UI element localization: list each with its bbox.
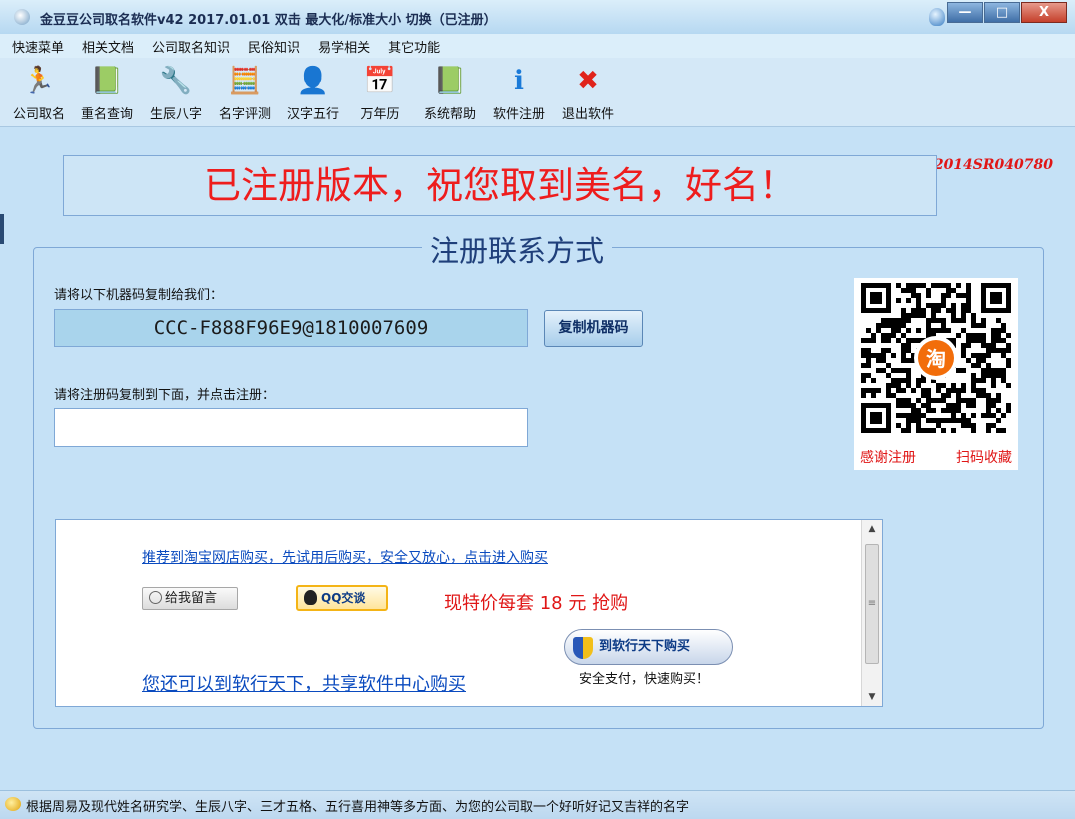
toolbar-label: 万年历 [360,107,400,122]
maximize-button[interactable]: □ [984,2,1020,23]
message-icon [149,591,162,604]
window-controls: — □ X [946,2,1067,23]
toolbar-help[interactable]: 📗 系统帮助 [419,62,481,122]
secure-payment-text: 安全支付，快速购买！ [579,672,710,687]
reg-code-input[interactable] [54,408,528,447]
buy-button-label: 到软行天下购买 [599,639,691,654]
shield-icon [573,637,593,659]
toolbar-label: 系统帮助 [423,107,476,122]
qr-code-box: 淘 感谢注册 扫码收藏 [854,278,1018,470]
leave-message-button[interactable]: 给我留言 [142,587,238,610]
toolbar-label: 汉字五行 [286,107,339,122]
tools-icon: 🔧 [159,66,193,96]
toolbar-duplicate-query[interactable]: 📗 重名查询 [76,62,138,122]
toolbar-label: 名字评测 [218,107,271,122]
toolbar-label: 生辰八字 [149,107,202,122]
status-text: 根据周易及现代姓名研究学、生辰八字、三才五格、五行喜用神等多方面、为您的公司取一… [26,800,690,815]
registered-banner: 已注册版本，祝您取到美名，好名！ [63,155,937,216]
window-title: 金豆豆公司取名软件v42 2017.01.01 双击 最大化/标准大小 切换（已… [40,13,497,28]
share-center-link[interactable]: 您还可以到软行天下，共享软件中心购买 [142,670,526,696]
green-book-icon: 📗 [90,66,124,96]
user-info-icon: 👤 [296,66,330,96]
toolbar-exit[interactable]: ✖ 退出软件 [557,62,619,122]
qr-caption-left: 感谢注册 [860,450,916,466]
chat-bubble-icon [5,797,21,811]
group-title: 注册联系方式 [422,228,613,270]
toolbar: 🏃 公司取名 📗 重名查询 🔧 生辰八字 🧮 名字评测 👤 汉字五行 📅 万年历… [0,58,1075,173]
scrollbar[interactable]: ▲ ≡ ▼ [861,520,882,706]
qr-caption: 感谢注册 扫码收藏 [854,447,1018,467]
toolbar-label: 软件注册 [492,107,545,122]
title-bar[interactable]: 金豆豆公司取名软件v42 2017.01.01 双击 最大化/标准大小 切换（已… [0,0,1075,35]
menu-naming-knowledge[interactable]: 公司取名知识 [152,37,230,56]
qr-caption-right: 扫码收藏 [956,450,1012,466]
menu-bar: 快速菜单 相关文档 公司取名知识 民俗知识 易学相关 其它功能 [0,34,1075,58]
toolbar-calendar[interactable]: 📅 万年历 [352,62,408,122]
app-icon [14,9,30,25]
machine-code-label: 请将以下机器码复制给我们： [54,288,224,303]
toolbar-five-elements[interactable]: 👤 汉字五行 [282,62,344,122]
toolbar-bazi[interactable]: 🔧 生辰八字 [145,62,207,122]
status-bar: 根据周易及现代姓名研究学、生辰八字、三才五格、五行喜用神等多方面、为您的公司取一… [0,790,1075,819]
menu-folk-knowledge[interactable]: 民俗知识 [248,37,300,56]
machine-code-field[interactable]: CCC-F888F96E9@1810007609 [54,309,528,347]
scroll-up-arrow-icon[interactable]: ▲ [862,520,882,538]
calculator-icon: 🧮 [228,66,262,96]
toolbar-register[interactable]: ℹ 软件注册 [488,62,550,122]
copy-machine-code-button[interactable]: 复制机器码 [544,310,643,347]
scroll-down-arrow-icon[interactable]: ▼ [862,688,882,706]
tray-icon[interactable] [929,8,945,26]
qq-penguin-icon [304,590,317,605]
exit-x-icon: ✖ [577,66,599,96]
purchase-panel: 推荐到淘宝网店购买，先试用后购买，安全又放心，点击进入购买 给我留言 QQ交谈 … [55,519,883,707]
toolbar-company-naming[interactable]: 🏃 公司取名 [8,62,70,122]
running-man-icon: 🏃 [22,66,56,96]
scroll-thumb[interactable]: ≡ [865,544,879,664]
calendar-icon: 📅 [363,66,397,96]
toolbar-name-evaluation[interactable]: 🧮 名字评测 [214,62,276,122]
grip-icon: ≡ [867,598,877,609]
minimize-button[interactable]: — [947,2,983,23]
help-book-icon: 📗 [433,66,467,96]
menu-docs[interactable]: 相关文档 [82,37,134,56]
price-text: 现特价每套 18 元 抢购 [444,593,629,614]
edge-mark [0,214,4,244]
menu-quick[interactable]: 快速菜单 [12,37,64,56]
leave-message-label: 给我留言 [165,591,218,606]
qq-chat-label: QQ交谈 [321,591,366,605]
taobao-link[interactable]: 推荐到淘宝网店购买，先试用后购买，安全又放心，点击进入购买 [142,547,548,567]
reg-code-label: 请将注册码复制到下面，并点击注册： [54,388,276,403]
menu-yixue[interactable]: 易学相关 [318,37,370,56]
buy-button[interactable]: 到软行天下购买 [564,629,733,665]
svg-text:淘: 淘 [926,347,946,371]
info-icon: ℹ [514,66,524,96]
toolbar-label: 退出软件 [561,107,614,122]
qr-code-icon: 淘 [859,281,1013,435]
toolbar-label: 公司取名 [12,107,65,122]
qq-chat-button[interactable]: QQ交谈 [296,585,388,611]
close-button[interactable]: X [1021,2,1067,23]
toolbar-label: 重名查询 [80,107,133,122]
menu-other[interactable]: 其它功能 [388,37,440,56]
